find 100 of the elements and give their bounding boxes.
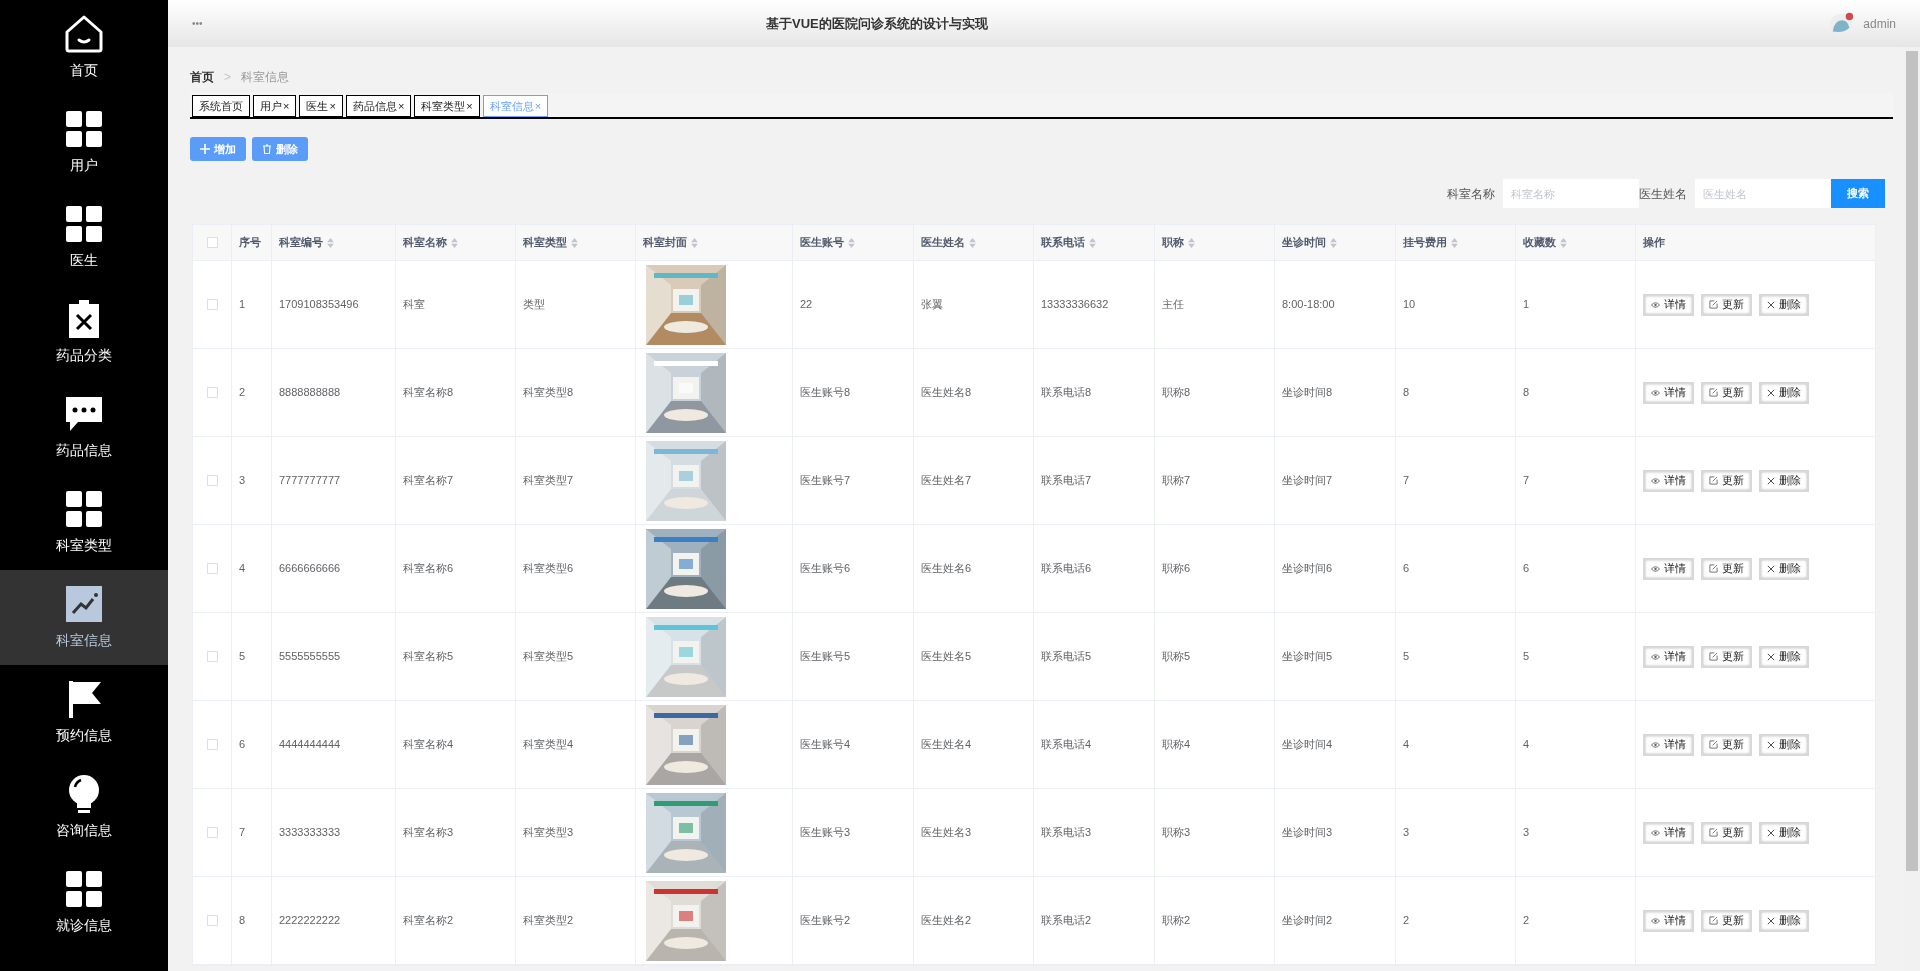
table-cell-text: 3 — [239, 473, 246, 489]
details-button[interactable]: 详情 — [1643, 293, 1694, 316]
sort-icon[interactable] — [848, 237, 855, 248]
update-button[interactable]: 更新 — [1701, 909, 1752, 932]
details-button[interactable]: 详情 — [1643, 469, 1694, 492]
delete-button[interactable]: 删除 — [1759, 645, 1809, 668]
update-button[interactable]: 更新 — [1701, 381, 1752, 404]
grid-icon — [64, 869, 104, 909]
table-cell-text: 13333336632 — [1041, 297, 1109, 313]
edit-icon — [1709, 388, 1718, 397]
delete-button[interactable]: 删除 — [1759, 733, 1809, 756]
details-button[interactable]: 详情 — [1643, 821, 1694, 844]
table-cell-text: 10 — [1403, 297, 1416, 313]
eye-icon — [1651, 652, 1660, 661]
update-button[interactable]: 更新 — [1701, 645, 1752, 668]
breadcrumb-current: 科室信息 — [241, 69, 289, 86]
close-icon — [1767, 388, 1775, 397]
delete-button[interactable]: 删除 — [1759, 381, 1809, 404]
page-tab[interactable]: 科室类型× — [414, 95, 480, 117]
details-button[interactable]: 详情 — [1643, 645, 1694, 668]
table-cell-text: 坐诊时间5 — [1282, 649, 1333, 665]
update-button[interactable]: 更新 — [1701, 293, 1752, 316]
table-cell-text: 联系电话8 — [1041, 385, 1092, 401]
sidebar-item[interactable]: 咨询信息 — [0, 760, 168, 855]
close-icon — [1767, 476, 1775, 485]
table-cell-text: 3 — [1403, 825, 1410, 841]
delete-button[interactable]: 删除 — [1759, 909, 1809, 932]
sort-icon[interactable] — [1451, 237, 1458, 248]
table-cell-text: 医生账号5 — [800, 649, 851, 665]
row-checkbox[interactable] — [206, 651, 218, 662]
breadcrumb-link[interactable]: 首页 — [190, 68, 214, 86]
table-cell-text: 科室名称4 — [403, 737, 454, 753]
search-field[interactable]: 医生姓名 — [1695, 179, 1831, 208]
close-icon — [1767, 740, 1775, 749]
delete-button[interactable]: 删除 — [1759, 821, 1809, 844]
details-button[interactable]: 详情 — [1643, 381, 1694, 404]
sort-icon[interactable] — [691, 237, 698, 248]
table-cell-text: 7777777777 — [279, 473, 341, 489]
row-checkbox[interactable] — [206, 299, 218, 310]
delete-button[interactable]: 删除 — [1759, 557, 1809, 580]
column-header: 坐诊时间 — [1282, 235, 1326, 251]
close-icon[interactable]: × — [329, 97, 336, 115]
update-button[interactable]: 更新 — [1701, 557, 1752, 580]
sort-icon[interactable] — [327, 237, 334, 248]
sort-icon[interactable] — [969, 237, 976, 248]
sidebar-item[interactable]: 药品分类 — [0, 285, 168, 380]
details-button[interactable]: 详情 — [1643, 909, 1694, 932]
sort-icon[interactable] — [1188, 237, 1195, 248]
sort-icon[interactable] — [571, 237, 578, 248]
search-field[interactable]: 科室名称 — [1503, 179, 1639, 208]
column-header: 职称 — [1162, 235, 1184, 251]
page-tab[interactable]: 系统首页 — [192, 95, 250, 117]
delete-button[interactable]: 删除 — [1759, 293, 1809, 316]
close-icon[interactable]: × — [397, 97, 405, 115]
row-checkbox[interactable] — [206, 475, 218, 486]
update-button[interactable]: 更新 — [1701, 469, 1752, 492]
close-icon[interactable]: × — [466, 97, 473, 115]
sidebar-item[interactable]: 用户 — [0, 95, 168, 190]
table-cell-text: 科室类型8 — [523, 385, 574, 401]
breadcrumb-separator: > — [224, 69, 231, 86]
sort-icon[interactable] — [1330, 237, 1337, 248]
row-checkbox[interactable] — [206, 827, 218, 838]
table-cell-text: 科室类型3 — [523, 825, 574, 841]
page-tab[interactable]: 药品信息× — [345, 95, 412, 117]
sidebar-item[interactable]: 就诊信息 — [0, 855, 168, 950]
row-checkbox[interactable] — [206, 915, 218, 926]
sort-icon[interactable] — [1560, 237, 1567, 248]
page-tab[interactable]: 用户× — [253, 95, 297, 117]
details-button[interactable]: 详情 — [1643, 733, 1694, 756]
sidebar-item[interactable]: 医生 — [0, 190, 168, 285]
sort-icon[interactable] — [451, 237, 458, 248]
delete-button[interactable]: 删除 — [1759, 469, 1809, 492]
update-button[interactable]: 更新 — [1701, 733, 1752, 756]
table-cell-text: 科室类型5 — [523, 649, 574, 665]
table-cell-text: 科室类型2 — [523, 913, 574, 929]
table-cell-text: 科室名称3 — [403, 825, 454, 841]
table-cell-text: 坐诊时间3 — [1282, 825, 1333, 841]
table-cell-text: 科室 — [403, 297, 425, 313]
select-all-checkbox[interactable] — [206, 237, 218, 248]
table-cell-text: 6 — [239, 737, 246, 753]
update-button[interactable]: 更新 — [1701, 821, 1752, 844]
sidebar-item[interactable]: 药品信息 — [0, 380, 168, 475]
table-cell-text: 坐诊时间4 — [1282, 737, 1333, 753]
sidebar-item[interactable]: 首页 — [0, 0, 168, 95]
sort-icon[interactable] — [1089, 237, 1096, 248]
table-cell-text: 职称8 — [1162, 385, 1191, 401]
details-button[interactable]: 详情 — [1643, 557, 1694, 580]
table-cell-text: 科室名称7 — [403, 473, 454, 489]
sidebar-item[interactable]: 科室信息 — [0, 570, 168, 665]
row-checkbox[interactable] — [206, 387, 218, 398]
row-checkbox[interactable] — [206, 739, 218, 750]
sidebar-item[interactable]: 预约信息 — [0, 665, 168, 760]
table-cell-text: 5 — [1403, 649, 1410, 665]
row-checkbox[interactable] — [206, 563, 218, 574]
close-icon[interactable]: × — [283, 97, 290, 115]
table-cell-text: 医生账号3 — [800, 825, 851, 841]
page-tab[interactable]: 医生× — [299, 95, 343, 117]
column-header: 科室类型 — [523, 235, 567, 251]
sidebar-item[interactable]: 科室类型 — [0, 475, 168, 570]
grid-icon — [64, 489, 104, 529]
